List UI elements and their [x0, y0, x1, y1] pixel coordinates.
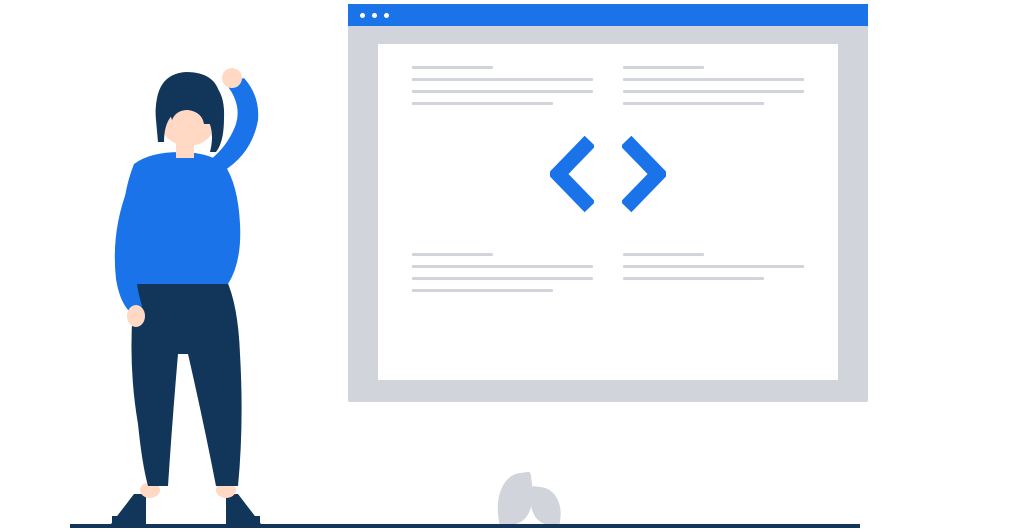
text-placeholder-bottom	[378, 237, 838, 292]
text-column	[412, 66, 593, 105]
text-column	[623, 253, 804, 292]
illustration-stage	[0, 0, 1024, 532]
placeholder-line	[623, 265, 804, 268]
placeholder-line	[623, 102, 764, 105]
browser-titlebar	[348, 4, 868, 26]
browser-window	[348, 4, 868, 402]
browser-page	[378, 44, 838, 380]
angle-left-icon	[550, 135, 594, 213]
placeholder-line	[412, 102, 553, 105]
code-brackets-icon	[378, 105, 838, 237]
placeholder-line	[623, 253, 704, 256]
placeholder-line	[623, 90, 804, 93]
angle-right-icon	[622, 135, 666, 213]
placeholder-line	[623, 78, 804, 81]
text-column	[623, 66, 804, 105]
placeholder-line	[412, 78, 593, 81]
plant-decoration	[490, 469, 570, 524]
placeholder-line	[412, 66, 493, 69]
placeholder-line	[412, 253, 493, 256]
ground-line	[70, 524, 860, 528]
placeholder-line	[623, 66, 704, 69]
text-placeholder-top	[378, 44, 838, 105]
placeholder-line	[412, 277, 593, 280]
person-illustration	[76, 24, 296, 524]
placeholder-line	[623, 277, 764, 280]
window-control-dot	[372, 13, 377, 18]
text-column	[412, 253, 593, 292]
placeholder-line	[412, 289, 553, 292]
placeholder-line	[412, 90, 593, 93]
window-control-dot	[360, 13, 365, 18]
leaf-icon	[528, 486, 565, 526]
window-control-dot	[384, 13, 389, 18]
placeholder-line	[412, 265, 593, 268]
